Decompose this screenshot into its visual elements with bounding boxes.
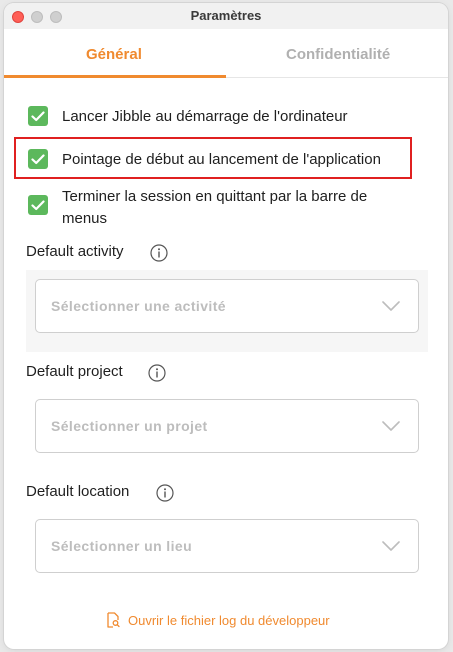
file-search-icon	[107, 612, 120, 628]
checkmark-icon	[31, 199, 45, 210]
settings-window: Paramètres Général Confidentialité Lance…	[4, 3, 448, 649]
launch-at-startup-checkbox[interactable]	[28, 106, 48, 126]
end-session-on-quit-label: Terminer la session en quittant par la b…	[62, 188, 368, 227]
chevron-down-icon	[382, 421, 400, 431]
chevron-down-icon	[382, 301, 400, 311]
tab-privacy[interactable]: Confidentialité	[286, 46, 390, 63]
project-select[interactable]: Sélectionner un projet	[35, 399, 419, 453]
location-select-placeholder: Sélectionner un lieu	[51, 538, 193, 554]
end-session-on-quit-checkbox[interactable]	[28, 195, 48, 215]
launch-at-startup-option[interactable]: Lancer Jibble au démarrage de l'ordinate…	[28, 106, 348, 128]
project-select-placeholder: Sélectionner un projet	[51, 418, 208, 434]
clock-in-on-launch-label: Pointage de début au lancement de l'appl…	[62, 151, 381, 168]
chevron-down-icon	[382, 541, 400, 551]
default-project-label: Default project	[26, 363, 123, 380]
tab-general[interactable]: Général	[86, 46, 142, 63]
info-icon[interactable]	[150, 244, 168, 262]
clock-in-on-launch-option[interactable]: Pointage de début au lancement de l'appl…	[28, 149, 381, 171]
info-icon[interactable]	[148, 364, 166, 382]
tab-bar: Général Confidentialité	[4, 29, 448, 78]
checkmark-icon	[31, 110, 45, 121]
checkmark-icon	[31, 153, 45, 164]
title-bar: Paramètres	[4, 3, 448, 29]
launch-at-startup-label: Lancer Jibble au démarrage de l'ordinate…	[62, 108, 348, 125]
activity-select-placeholder: Sélectionner une activité	[51, 298, 226, 314]
clock-in-on-launch-checkbox[interactable]	[28, 149, 48, 169]
location-select[interactable]: Sélectionner un lieu	[35, 519, 419, 573]
default-location-label: Default location	[26, 483, 130, 500]
default-activity-label: Default activity	[26, 243, 124, 260]
open-developer-log-label: Ouvrir le fichier log du développeur	[128, 612, 330, 628]
info-icon[interactable]	[156, 484, 174, 502]
activity-select[interactable]: Sélectionner une activité	[35, 279, 419, 333]
end-session-on-quit-option[interactable]: Terminer la session en quittant par la b…	[28, 186, 403, 230]
active-tab-indicator	[4, 75, 226, 78]
open-developer-log-link[interactable]: Ouvrir le fichier log du développeur	[106, 612, 330, 628]
window-title: Paramètres	[190, 8, 262, 23]
